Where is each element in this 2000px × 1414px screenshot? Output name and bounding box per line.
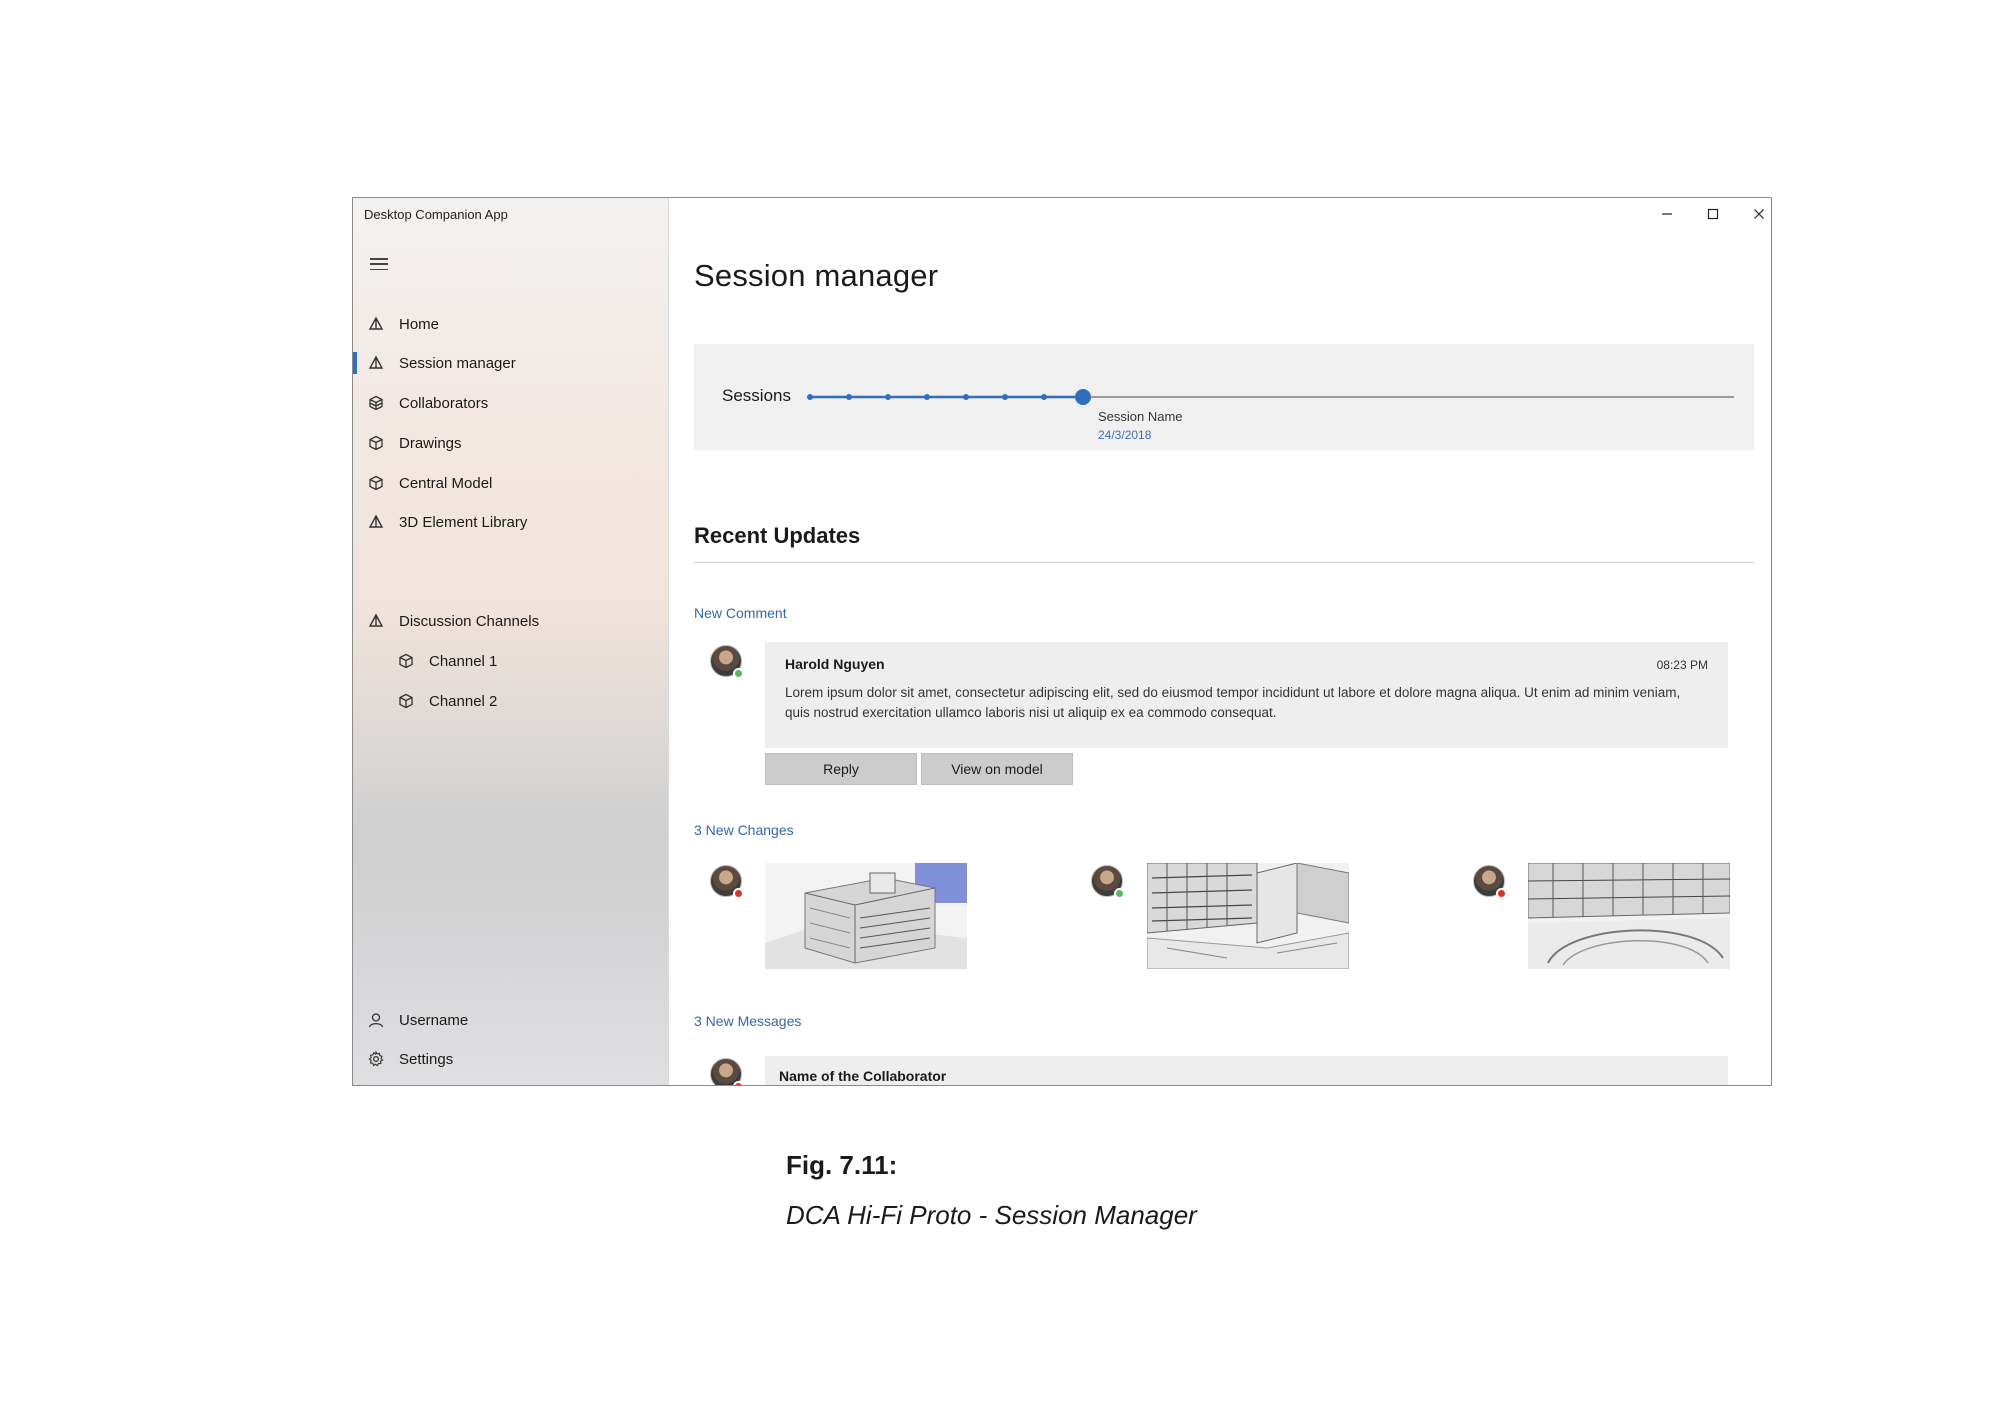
sidebar-item-home[interactable]: Home: [353, 307, 669, 341]
selected-session-date: 24/3/2018: [1098, 428, 1152, 442]
sessions-timeline[interactable]: [694, 344, 1754, 450]
comment-body: Lorem ipsum dolor sit amet, consectetur …: [785, 685, 1681, 720]
sidebar-item-settings[interactable]: Settings: [353, 1042, 669, 1076]
session-marker[interactable]: [963, 394, 969, 400]
avatar[interactable]: [710, 865, 744, 899]
avatar[interactable]: [710, 645, 744, 679]
status-dot: [733, 668, 744, 679]
cube-icon: [368, 435, 384, 451]
session-marker[interactable]: [807, 394, 813, 400]
sidebar-item-label: Drawings: [399, 434, 462, 452]
page-title: Session manager: [694, 258, 939, 293]
session-marker[interactable]: [885, 394, 891, 400]
sidebar-item-label: Discussion Channels: [399, 612, 540, 630]
sidebar-item-channel-2[interactable]: Channel 2: [353, 684, 669, 718]
change-thumbnail[interactable]: [1528, 863, 1730, 969]
sidebar-item-username[interactable]: Username: [353, 1003, 669, 1037]
message-card[interactable]: Name of the Collaborator: [765, 1056, 1728, 1085]
sidebar-item-label: Username: [399, 1011, 469, 1029]
sidebar-item-drawings[interactable]: Drawings: [353, 426, 669, 460]
main-content: Session manager Sessions Session Name 24…: [670, 198, 1771, 1085]
new-messages-label: 3 New Messages: [694, 1013, 802, 1029]
status-dot: [1114, 888, 1125, 899]
sidebar-item-3d-element-library[interactable]: 3D Element Library: [353, 505, 669, 539]
session-marker[interactable]: [924, 394, 930, 400]
sidebar-item-label: Collaborators: [399, 394, 489, 412]
reply-button[interactable]: Reply: [765, 753, 917, 785]
cube-icon: [368, 475, 384, 491]
sidebar-item-central-model[interactable]: Central Model: [353, 466, 669, 500]
change-thumbnail[interactable]: [1147, 863, 1349, 969]
status-dot: [1496, 888, 1507, 899]
cube-icon: [398, 693, 414, 709]
sidebar-item-label: Channel 2: [429, 692, 498, 710]
sidebar-item-label: Home: [399, 315, 440, 333]
gear-icon: [368, 1051, 384, 1067]
sidebar-item-discussion-channels[interactable]: Discussion Channels: [353, 604, 669, 638]
pyramid-icon: [368, 514, 384, 530]
sidebar-item-label: Settings: [399, 1050, 454, 1068]
recent-updates-heading: Recent Updates: [694, 523, 861, 548]
sidebar-item-collaborators[interactable]: Collaborators: [353, 386, 669, 420]
status-dot: [733, 888, 744, 899]
collaborator-name: Name of the Collaborator: [779, 1068, 947, 1084]
person-icon: [368, 1012, 384, 1028]
pyramid-icon: [368, 316, 384, 332]
new-changes-label: 3 New Changes: [694, 822, 794, 838]
sidebar: Desktop Companion App Home Session manag…: [353, 198, 669, 1085]
comment-time: 08:23 PM: [1656, 658, 1708, 672]
session-marker[interactable]: [1041, 394, 1047, 400]
figure-caption: DCA Hi-Fi Proto - Session Manager: [786, 1200, 1197, 1230]
app-window: Desktop Companion App Home Session manag…: [352, 197, 1772, 1086]
selected-session-marker[interactable]: [1075, 389, 1091, 405]
avatar[interactable]: [710, 1058, 744, 1085]
session-marker[interactable]: [1002, 394, 1008, 400]
hamburger-icon[interactable]: [370, 257, 388, 271]
change-thumbnail[interactable]: [765, 863, 967, 969]
avatar[interactable]: [1091, 865, 1125, 899]
session-marker[interactable]: [846, 394, 852, 400]
cube-icon: [398, 653, 414, 669]
divider: [694, 562, 1754, 563]
new-comment-label: New Comment: [694, 605, 787, 621]
sidebar-item-label: Channel 1: [429, 652, 498, 670]
status-dot: [733, 1081, 744, 1085]
app-title: Desktop Companion App: [364, 207, 508, 222]
sidebar-item-channel-1[interactable]: Channel 1: [353, 644, 669, 678]
comment-author: Harold Nguyen: [785, 656, 885, 672]
selected-session-name: Session Name: [1098, 409, 1183, 424]
sidebar-item-label: 3D Element Library: [399, 513, 528, 531]
avatar[interactable]: [1473, 865, 1507, 899]
sidebar-item-label: Session manager: [399, 354, 516, 372]
view-on-model-button[interactable]: View on model: [921, 753, 1073, 785]
cube-stack-icon: [368, 395, 384, 411]
pyramid-icon: [368, 613, 384, 629]
sessions-panel: Sessions Session Name 24/3/2018: [694, 344, 1754, 450]
pyramid-icon: [368, 355, 384, 371]
comment-card: Harold Nguyen 08:23 PM Lorem ipsum dolor…: [765, 642, 1728, 748]
figure-number: Fig. 7.11:: [786, 1150, 898, 1180]
sidebar-item-label: Central Model: [399, 474, 493, 492]
sidebar-item-session-manager[interactable]: Session manager: [353, 346, 669, 380]
